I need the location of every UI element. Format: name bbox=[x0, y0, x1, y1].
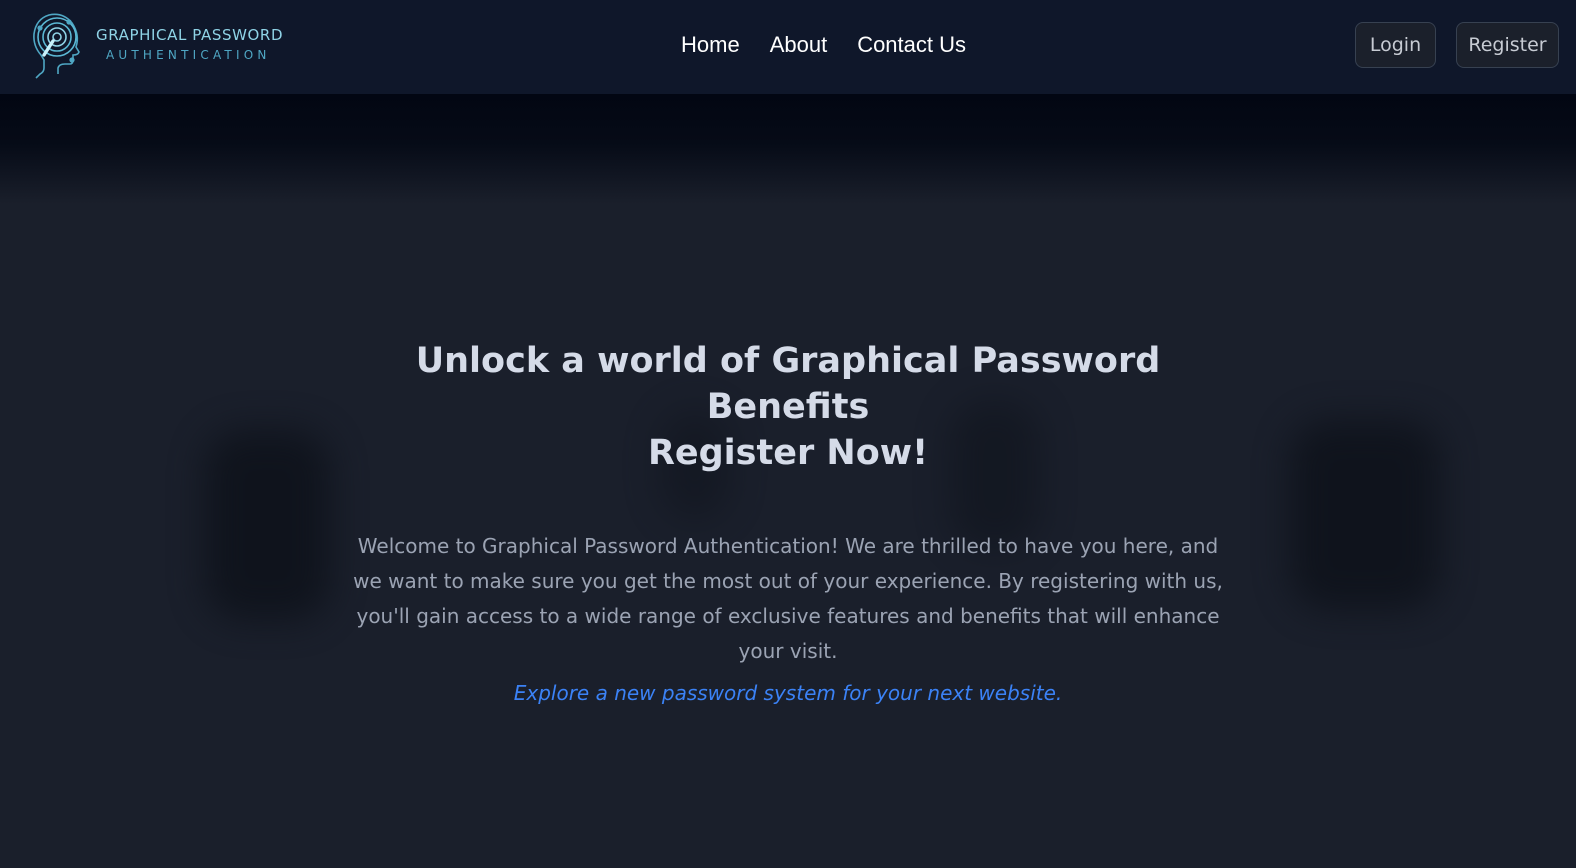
login-button[interactable]: Login bbox=[1355, 22, 1436, 68]
hero-top-shade bbox=[0, 94, 1576, 204]
hero-title-line2: Register Now! bbox=[647, 433, 929, 473]
main-nav: Home About Contact Us bbox=[681, 30, 966, 60]
hero-section: Unlock a world of Graphical Password Ben… bbox=[0, 338, 1576, 709]
hero-description: Welcome to Graphical Password Authentica… bbox=[353, 534, 1223, 663]
navbar: GRAPHICAL PASSWORD AUTHENTICATION Home A… bbox=[0, 0, 1576, 94]
hero-tagline: Explore a new password system for your n… bbox=[513, 681, 1063, 705]
nav-link-contact[interactable]: Contact Us bbox=[857, 30, 966, 60]
hero-title-line1: Unlock a world of Graphical Password Ben… bbox=[415, 341, 1161, 427]
head-fingerprint-icon bbox=[33, 13, 80, 79]
brand-name-line1: GRAPHICAL PASSWORD bbox=[96, 26, 284, 44]
hero-title: Unlock a world of Graphical Password Ben… bbox=[338, 338, 1238, 476]
nav-link-about[interactable]: About bbox=[770, 30, 828, 60]
brand-name-line2: AUTHENTICATION bbox=[106, 48, 271, 62]
brand-logo[interactable]: GRAPHICAL PASSWORD AUTHENTICATION bbox=[32, 10, 302, 82]
register-button[interactable]: Register bbox=[1456, 22, 1559, 68]
nav-link-home[interactable]: Home bbox=[681, 30, 740, 60]
